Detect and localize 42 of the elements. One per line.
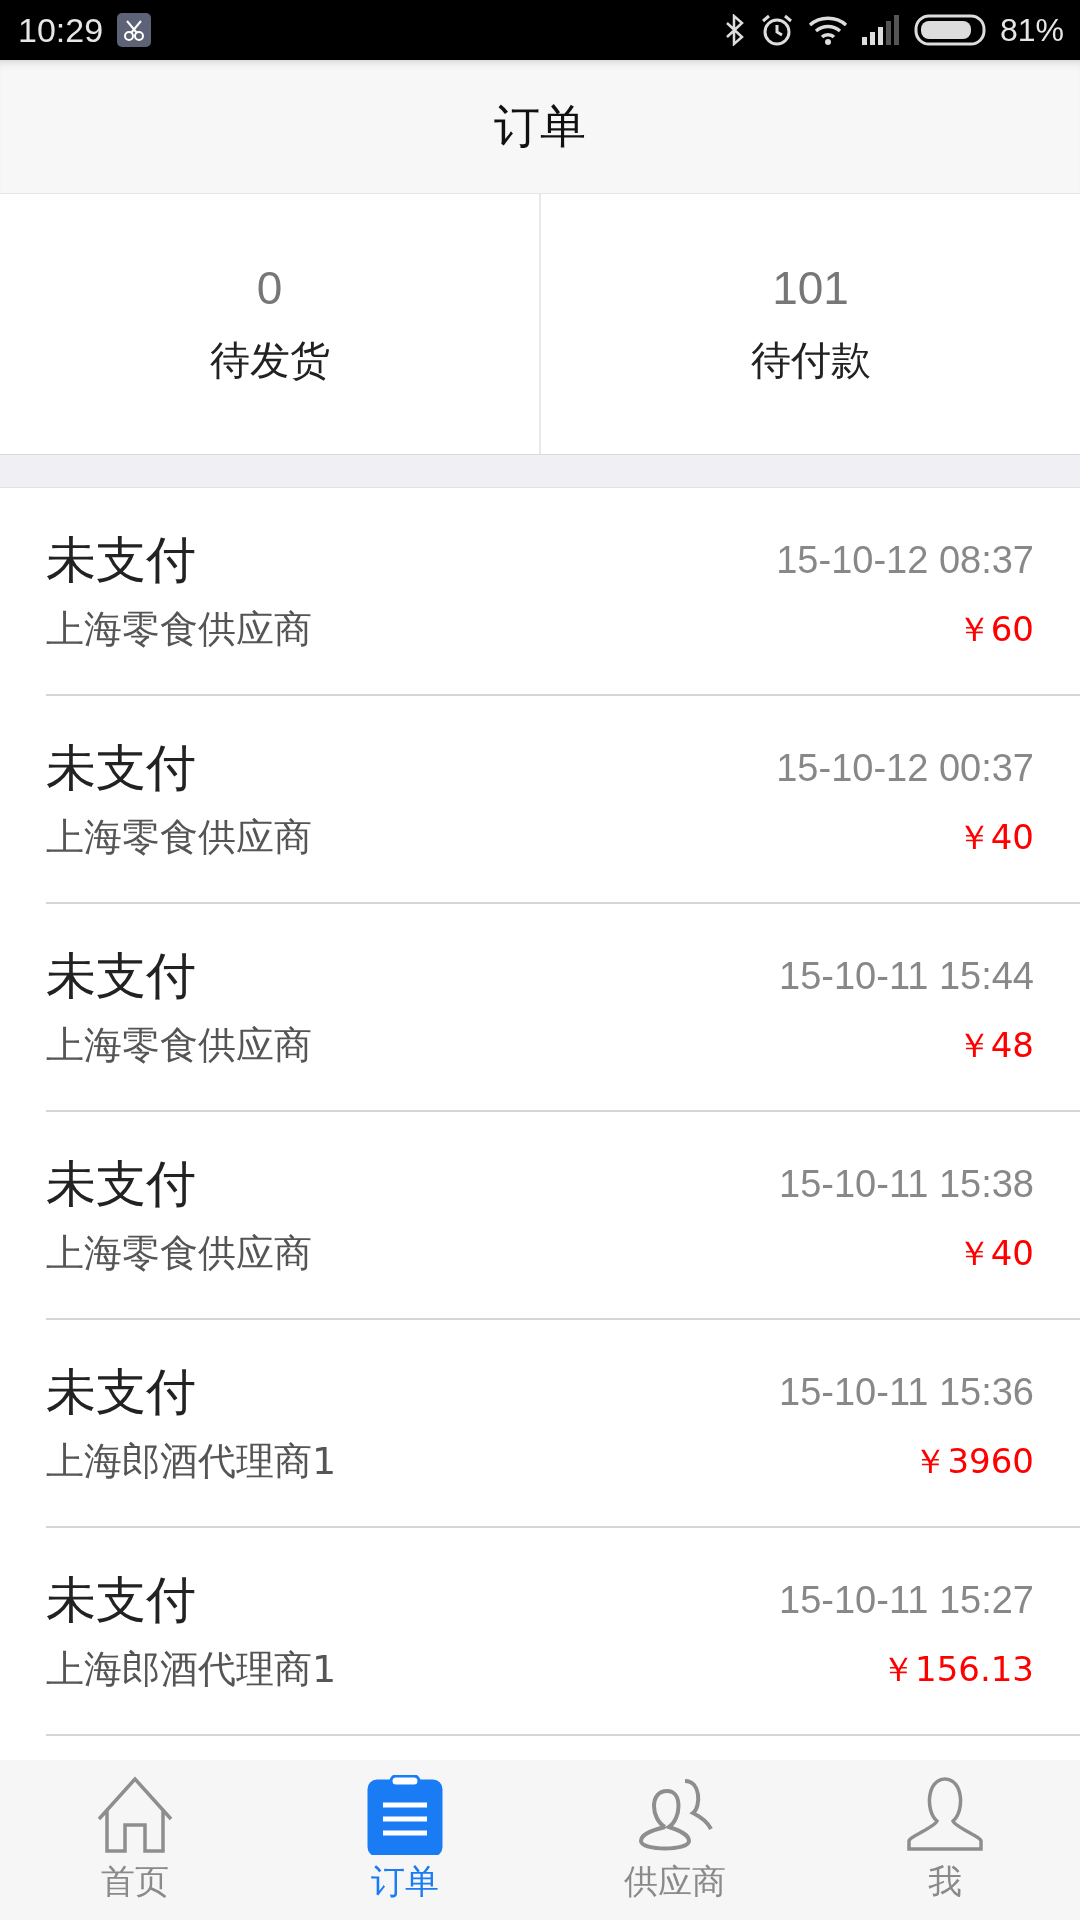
stat-label: 待发货 [209, 335, 330, 385]
tab-bar-item[interactable]: 首页 [0, 1760, 270, 1920]
order-status: 未支付 [46, 1570, 196, 1631]
wifi-icon [807, 15, 848, 45]
order-amount: ￥40 [956, 815, 1034, 859]
order-amount: ￥40 [956, 1231, 1034, 1275]
page-title: 订单 [494, 97, 586, 155]
order-amount: ￥156.13 [881, 1647, 1034, 1691]
order-amount: ￥48 [956, 1023, 1034, 1067]
battery-icon [913, 14, 986, 46]
clipboard-icon [365, 1775, 445, 1855]
order-status: 未支付 [46, 1154, 196, 1215]
home-icon [95, 1775, 175, 1855]
order-supplier: 上海零食供应商 [46, 814, 312, 861]
order-status: 未支付 [46, 946, 196, 1007]
order-supplier: 上海零食供应商 [46, 1022, 312, 1069]
order-time: 15-10-12 08:37 [776, 539, 1034, 582]
order-time: 15-10-11 15:27 [779, 1579, 1034, 1622]
order-supplier: 上海零食供应商 [46, 1230, 312, 1277]
order-status: 未支付 [46, 738, 196, 799]
order-supplier: 上海零食供应商 [46, 606, 312, 653]
order-time: 15-10-11 15:36 [779, 1371, 1034, 1414]
order-amount: ￥60 [956, 607, 1034, 651]
stat-count: 0 [256, 260, 283, 315]
order-time: 15-10-11 15:44 [779, 955, 1034, 998]
order-supplier: 上海郎酒代理商1 [46, 1646, 337, 1693]
order-time: 15-10-11 15:38 [779, 1163, 1034, 1206]
order-amount: ￥3960 [913, 1439, 1034, 1483]
signal-icon [861, 15, 900, 45]
tab-bar-item[interactable]: 订单 [270, 1760, 540, 1920]
alarm-icon [759, 13, 794, 47]
tab-bar-item[interactable]: 供应商 [540, 1760, 810, 1920]
tab-bar-item[interactable]: 我 [810, 1760, 1080, 1920]
order-status: 未支付 [46, 530, 196, 591]
status-time: 10:29 [18, 10, 104, 50]
order-supplier: 上海郎酒代理商1 [46, 1438, 337, 1485]
app-notification-icon [117, 13, 152, 47]
order-time: 15-10-12 00:37 [776, 747, 1034, 790]
order-status: 未支付 [46, 1362, 196, 1423]
stat-count: 101 [772, 260, 849, 315]
battery-percent: 81% [999, 11, 1064, 49]
stat-label: 待付款 [750, 335, 871, 385]
